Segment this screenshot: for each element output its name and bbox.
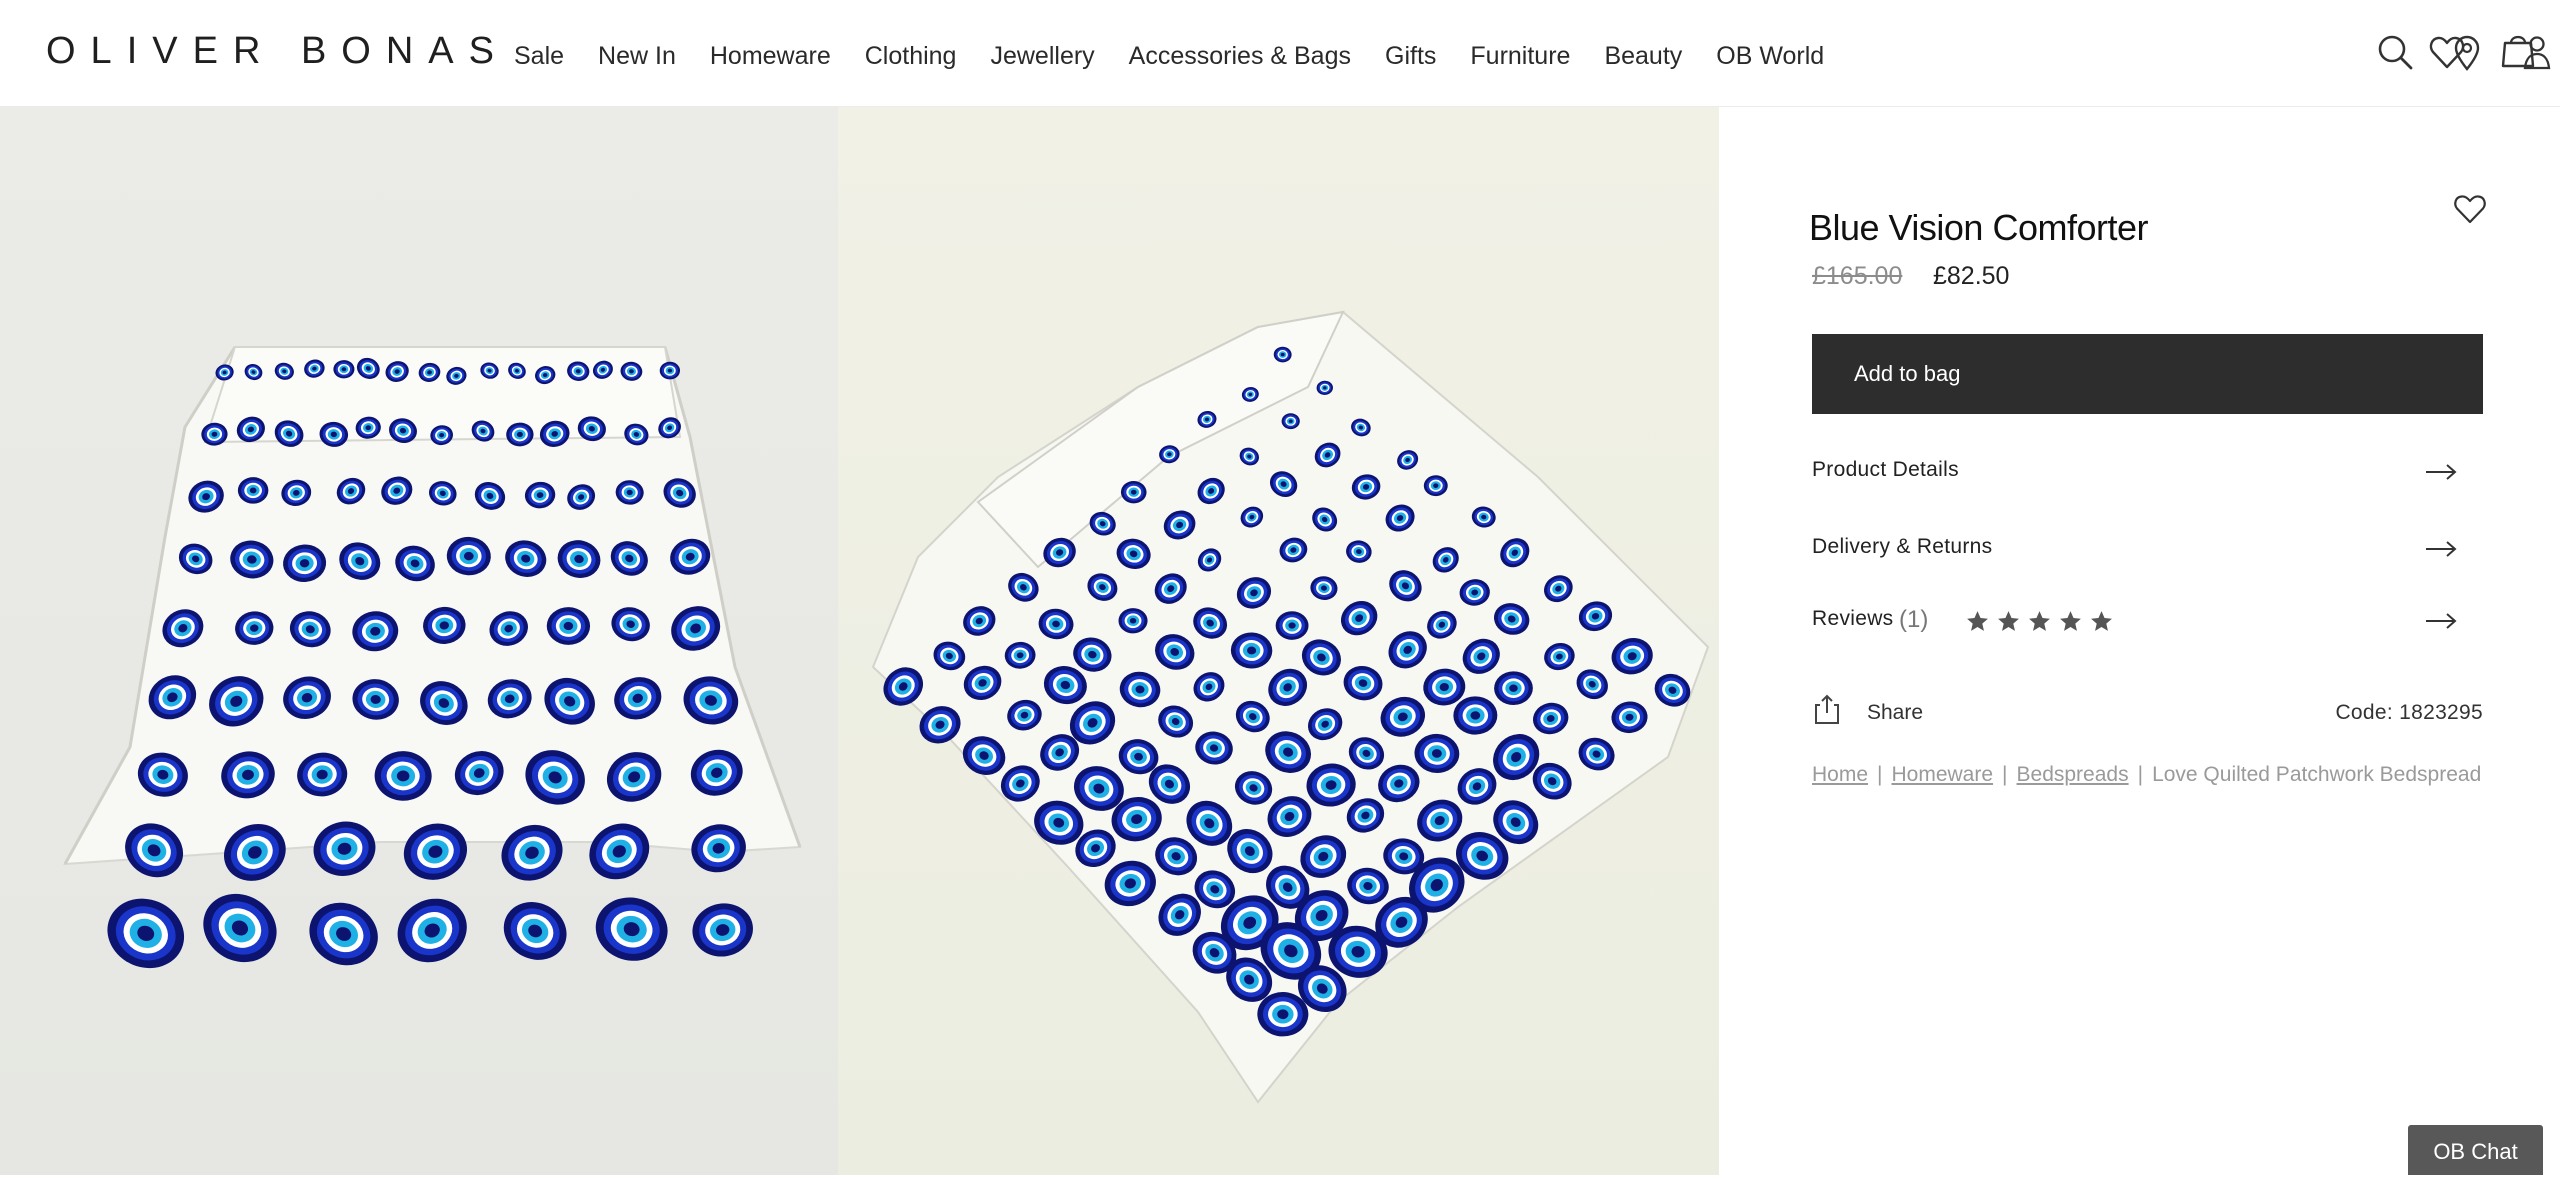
star-icon [1967,611,1988,631]
nav-homeware[interactable]: Homeware [710,38,831,74]
product-details-accordion[interactable]: Product Details [1812,452,2458,496]
breadcrumb-separator: | [2137,763,2144,786]
arrow-right-icon [2426,613,2457,629]
arrow-right-icon [2426,464,2457,480]
star-icon [1998,611,2019,631]
brand-logo[interactable]: OLIVER BONAS [46,30,509,73]
breadcrumb-bedspreads[interactable]: Bedspreads [2017,763,2129,786]
reviews-count: (1) [1899,606,1929,633]
breadcrumb: Home | Homeware | Bedspreads | Love Quilted Pa… [1812,763,2481,787]
breadcrumb-separator: | [1877,763,1883,786]
add-to-wishlist-heart-icon[interactable] [2450,189,2490,229]
rating-stars [1965,609,2120,634]
breadcrumb-home[interactable]: Home [1812,763,1868,786]
add-to-bag-button[interactable]: Add to bag [1812,334,2483,414]
breadcrumb-current: Love Quilted Patchwork Bedspread [2152,763,2482,786]
site-header: OLIVER BONAS Sale New In Homeware Clothi… [0,0,2560,107]
nav-jewellery[interactable]: Jewellery [990,38,1094,74]
product-image-front[interactable] [0,107,838,1175]
ob-chat-button[interactable]: OB Chat [2408,1125,2543,1175]
wishlist-icon[interactable] [2425,30,2469,74]
product-title: Blue Vision Comforter [1809,207,2149,248]
nav-furniture[interactable]: Furniture [1470,38,1570,74]
reviews-accordion[interactable]: Reviews (1) [1812,601,2458,645]
product-panel: Blue Vision Comforter £165.00 £82.50 Add… [1719,107,2560,1175]
breadcrumb-separator: | [2002,763,2008,786]
nav-gifts[interactable]: Gifts [1385,38,1436,74]
sale-price: £82.50 [1933,262,2010,290]
star-icon [2060,611,2081,631]
nav-accessories-bags[interactable]: Accessories & Bags [1129,38,1351,74]
nav-beauty[interactable]: Beauty [1604,38,1682,74]
product-gallery [0,107,1719,1175]
delivery-returns-accordion[interactable]: Delivery & Returns [1812,529,2458,573]
star-icon [2091,611,2112,631]
main-nav: Sale New In Homeware Clothing Jewellery … [514,38,1858,74]
share-icon [1815,694,1839,724]
delivery-returns-label: Delivery & Returns [1812,535,1993,558]
search-icon[interactable] [2373,30,2417,74]
nav-ob-world[interactable]: OB World [1716,38,1824,74]
arrow-right-icon [2426,541,2457,557]
original-price: £165.00 [1812,262,1903,290]
reviews-label: Reviews [1812,607,1894,630]
nav-sale[interactable]: Sale [514,38,564,74]
nav-new-in[interactable]: New In [598,38,676,74]
nav-clothing[interactable]: Clothing [865,38,957,74]
product-code: Code: 1823295 [2335,701,2483,724]
product-image-angled[interactable] [838,107,1719,1175]
share-label: Share [1867,701,1924,724]
product-details-label: Product Details [1812,458,1959,481]
bag-icon[interactable] [2496,28,2540,72]
star-icon [2029,611,2050,631]
breadcrumb-homeware[interactable]: Homeware [1892,763,1994,786]
